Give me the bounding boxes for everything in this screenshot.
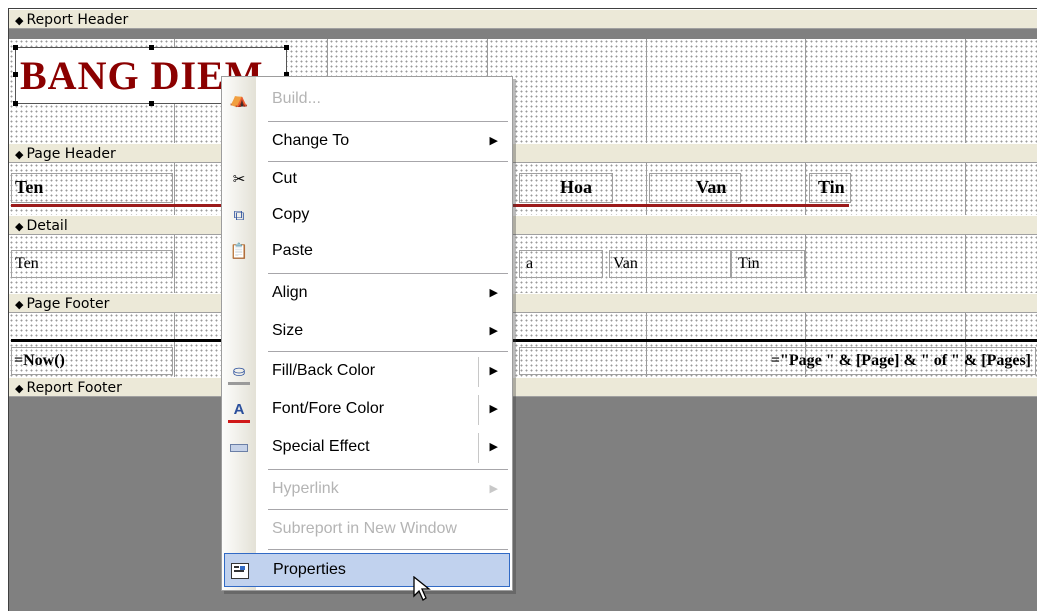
paste-icon: 📋 — [229, 243, 249, 260]
section-arrow-icon: ◆ — [15, 148, 24, 161]
detail-bar[interactable]: ◆ Detail — [9, 215, 1037, 235]
menu-item-build: ⛺ Build... — [229, 90, 321, 108]
textbox-ten[interactable]: Ten — [11, 250, 173, 278]
report-header-bar[interactable]: ◆ Report Header — [9, 9, 1037, 29]
page-number-textbox[interactable]: ="Page " & [Page] & " of " & [Pages] — [519, 347, 1036, 375]
context-menu: ⛺ Build... Change To ▶ ✂ Cut ⧉ Copy 📋 Pa… — [221, 76, 513, 591]
date-textbox[interactable]: =Now() — [11, 347, 173, 375]
label-tin[interactable]: Tin — [809, 173, 851, 203]
page-footer-bar[interactable]: ◆ Page Footer — [9, 293, 1037, 313]
submenu-arrow-icon: ▶ — [489, 135, 498, 147]
menu-item-align[interactable]: Align ▶ — [224, 277, 510, 311]
textbox-van[interactable]: Van — [609, 250, 731, 278]
detail-section[interactable]: Ten a Van Tin — [9, 235, 1037, 293]
submenu-arrow-icon: ▶ — [489, 365, 498, 377]
menu-item-hyperlink: Hyperlink ▶ — [272, 480, 498, 497]
section-arrow-icon: ◆ — [15, 382, 24, 395]
report-design-surface[interactable]: ◆ Report Header BANG DIEM ◆ Page Header Te… — [8, 8, 1037, 611]
build-icon: ⛺ — [229, 91, 249, 108]
menu-item-subreport-new-window: Subreport in New Window — [272, 520, 457, 537]
mouse-cursor-icon — [413, 576, 431, 601]
page-footer-section[interactable]: =Now() ="Page " & [Page] & " of " & [Pag… — [9, 313, 1037, 377]
menu-item-copy[interactable]: ⧉ Copy — [224, 199, 510, 233]
label-van[interactable]: Van — [649, 173, 741, 203]
textbox-tin[interactable]: Tin — [731, 250, 805, 278]
textbox-hoa[interactable]: a — [519, 250, 603, 278]
report-header-section[interactable]: BANG DIEM — [9, 39, 1037, 143]
section-arrow-icon: ◆ — [15, 14, 24, 27]
page-header-section[interactable]: Ten Hoa Van Tin — [9, 163, 1037, 215]
menu-item-special-effect[interactable]: Special Effect ▶ — [224, 431, 510, 465]
menu-item-change-to[interactable]: Change To ▶ — [224, 125, 510, 159]
menu-item-font-fore-color[interactable]: A Font/Fore Color ▶ — [224, 393, 510, 427]
fill-color-icon: ⛀ — [228, 362, 250, 385]
menu-item-cut[interactable]: ✂ Cut — [224, 163, 510, 197]
page-header-bar[interactable]: ◆ Page Header — [9, 143, 1037, 163]
special-effect-icon — [228, 438, 250, 458]
section-arrow-icon: ◆ — [15, 298, 24, 311]
section-arrow-icon: ◆ — [15, 220, 24, 233]
submenu-arrow-icon: ▶ — [489, 287, 498, 299]
label-ten[interactable]: Ten — [11, 173, 173, 203]
submenu-arrow-icon: ▶ — [489, 403, 498, 415]
menu-item-paste[interactable]: 📋 Paste — [224, 235, 510, 269]
menu-item-size[interactable]: Size ▶ — [224, 315, 510, 349]
scissors-icon: ✂ — [232, 171, 246, 188]
menu-item-properties[interactable]: Properties — [224, 553, 510, 587]
label-hoa[interactable]: Hoa — [519, 173, 613, 203]
copy-icon: ⧉ — [233, 207, 245, 224]
report-footer-bar[interactable]: ◆ Report Footer — [9, 377, 1037, 397]
submenu-arrow-icon: ▶ — [489, 441, 498, 453]
submenu-arrow-icon: ▶ — [489, 325, 498, 337]
submenu-arrow-icon: ▶ — [489, 483, 498, 495]
menu-item-fill-back-color[interactable]: ⛀ Fill/Back Color ▶ — [224, 355, 510, 389]
font-color-icon: A — [228, 400, 250, 423]
properties-icon — [229, 561, 251, 581]
